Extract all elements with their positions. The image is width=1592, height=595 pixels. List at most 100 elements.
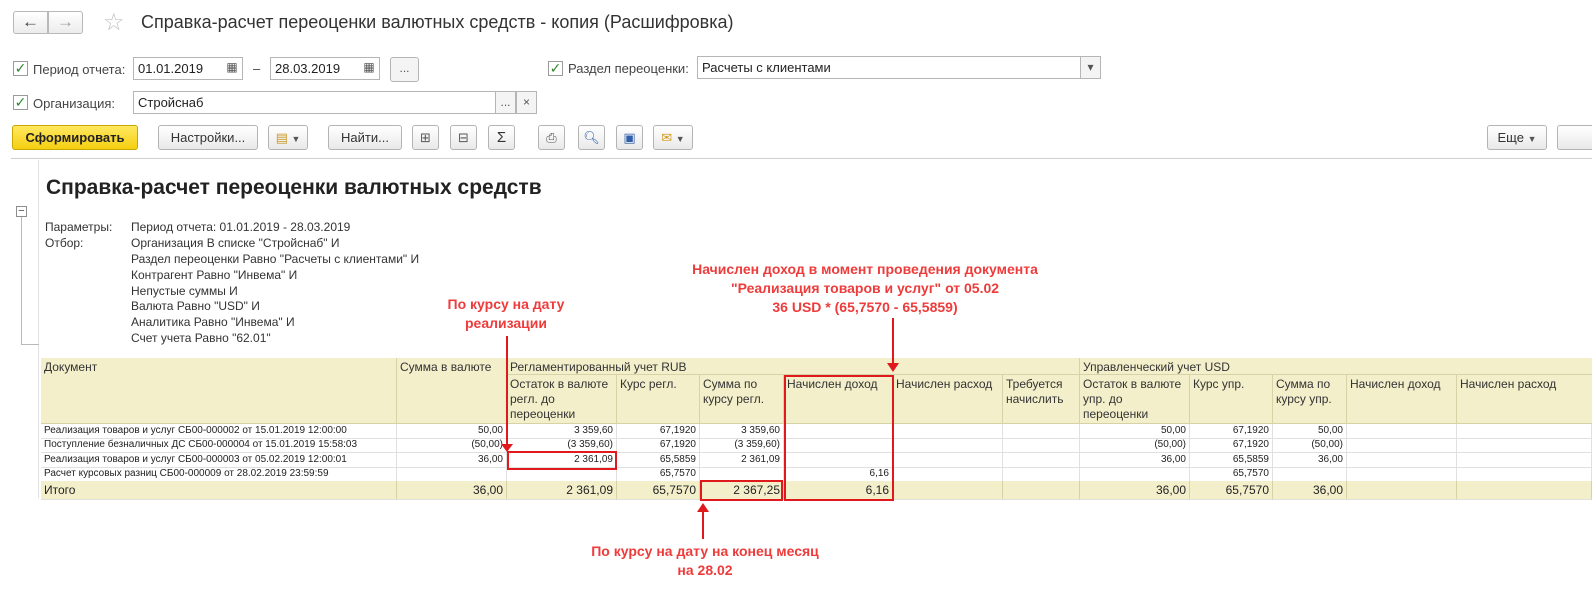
organization-field[interactable]: Стройснаб <box>133 91 537 114</box>
variants-button[interactable]: ▤ ▼ <box>268 125 308 150</box>
header-mgmt-income[interactable]: Начислен доход <box>1347 375 1457 424</box>
filter-line: Валюта Равно "USD" И <box>131 299 260 313</box>
more-button[interactable]: Еще ▼ <box>1487 125 1547 150</box>
save-button[interactable]: ▣ <box>616 125 643 150</box>
header-reg-balance[interactable]: Остаток в валюте регл. до переоценки <box>507 375 617 424</box>
section-select[interactable]: Расчеты с клиентами <box>697 56 1101 79</box>
table-cell-reg-rate[interactable]: 65,5859 <box>617 453 700 468</box>
table-cell-mgmt-balance[interactable]: 36,00 <box>1080 453 1190 468</box>
table-cell-reg-required[interactable] <box>1003 453 1080 468</box>
forward-button[interactable]: → <box>48 11 83 34</box>
table-cell-mgmt-sum[interactable] <box>1273 467 1347 482</box>
table-cell-mgmt-sum[interactable]: 36,00 <box>1273 453 1347 468</box>
table-cell-reg-required[interactable] <box>1003 438 1080 453</box>
organization-select-button[interactable]: ... <box>495 91 516 114</box>
favorite-star-icon[interactable]: ☆ <box>103 8 125 37</box>
header-mgmt-balance[interactable]: Остаток в валюте упр. до переоценки <box>1080 375 1190 424</box>
preview-button[interactable]: 🔍︎ <box>578 125 605 150</box>
expand-groups-button[interactable]: ⊞ <box>412 125 439 150</box>
period-checkbox[interactable]: ✓ <box>13 61 28 76</box>
table-cell-mgmt-income[interactable] <box>1347 438 1457 453</box>
table-cell-reg-rate[interactable]: 65,7570 <box>617 467 700 482</box>
table-cell-reg-expense[interactable] <box>893 424 1003 439</box>
table-cell-amount-currency[interactable] <box>397 467 507 482</box>
generate-button[interactable]: Сформировать <box>12 125 138 150</box>
total-cell-reg-required <box>1003 481 1080 500</box>
section-dropdown-button[interactable]: ▾ <box>1080 56 1101 79</box>
highlight-income-column <box>784 375 894 501</box>
back-button[interactable]: ← <box>13 11 48 34</box>
header-reg-required[interactable]: Требуется начислить <box>1003 375 1080 424</box>
settings-button[interactable]: Настройки... <box>158 125 258 150</box>
collapse-groups-button[interactable]: ⊟ <box>450 125 477 150</box>
table-cell-mgmt-rate[interactable]: 65,7570 <box>1190 467 1273 482</box>
table-cell-mgmt-rate[interactable]: 65,5859 <box>1190 453 1273 468</box>
table-cell-reg-sum[interactable]: (3 359,60) <box>700 438 784 453</box>
print-button[interactable]: ⎙ <box>538 125 565 150</box>
checkmark-icon: ✓ <box>549 60 562 76</box>
table-cell-mgmt-income[interactable] <box>1347 467 1457 482</box>
header-reg-rate[interactable]: Курс регл. <box>617 375 700 424</box>
calendar-to-button[interactable]: ▦ <box>358 57 380 80</box>
table-cell-reg-sum[interactable]: 2 361,09 <box>700 453 784 468</box>
table-cell-mgmt-income[interactable] <box>1347 424 1457 439</box>
filter-line: Контрагент Равно "Инвема" И <box>131 268 298 282</box>
folder-icon: ▤ <box>275 130 288 145</box>
table-cell-document[interactable]: Реализация товаров и услуг СБ00-000003 о… <box>41 453 397 468</box>
table-cell-reg-required[interactable] <box>1003 467 1080 482</box>
table-cell-mgmt-rate[interactable]: 67,1920 <box>1190 438 1273 453</box>
table-cell-document[interactable]: Реализация товаров и услуг СБ00-000002 о… <box>41 424 397 439</box>
period-select-button[interactable]: ... <box>390 57 419 82</box>
table-cell-mgmt-expense[interactable] <box>1457 453 1592 468</box>
section-value: Расчеты с клиентами <box>702 60 831 75</box>
table-cell-mgmt-rate[interactable]: 67,1920 <box>1190 424 1273 439</box>
table-cell-document[interactable]: Расчет курсовых разниц СБ00-000009 от 28… <box>41 467 397 482</box>
table-cell-reg-required[interactable] <box>1003 424 1080 439</box>
calendar-icon: ▦ <box>226 60 238 74</box>
header-mgmt-expense[interactable]: Начислен расход <box>1457 375 1592 424</box>
header-amount-currency[interactable]: Сумма в валюте <box>397 358 507 424</box>
find-button[interactable]: Найти... <box>328 125 402 150</box>
table-cell-amount-currency[interactable]: 36,00 <box>397 453 507 468</box>
table-cell-mgmt-balance[interactable]: 50,00 <box>1080 424 1190 439</box>
table-cell-reg-expense[interactable] <box>893 453 1003 468</box>
collapse-group-icon[interactable]: − <box>16 206 27 217</box>
organization-checkbox[interactable]: ✓ <box>13 95 28 110</box>
more-label: Еще <box>1497 130 1524 145</box>
table-cell-amount-currency[interactable]: 50,00 <box>397 424 507 439</box>
organization-clear-button[interactable]: × <box>516 91 537 114</box>
header-reg-sum[interactable]: Сумма по курсу регл. <box>700 375 784 424</box>
arrow-sale-rate <box>506 336 508 448</box>
send-email-button[interactable]: ✉ ▼ <box>653 125 693 150</box>
table-cell-mgmt-sum[interactable]: (50,00) <box>1273 438 1347 453</box>
header-mgmt-rate[interactable]: Курс упр. <box>1190 375 1273 424</box>
arrow-head-down-icon <box>501 444 513 452</box>
calendar-from-button[interactable]: ▦ <box>221 57 243 80</box>
table-cell-mgmt-expense[interactable] <box>1457 438 1592 453</box>
section-checkbox[interactable]: ✓ <box>548 61 563 76</box>
table-cell-reg-sum[interactable]: 3 359,60 <box>700 424 784 439</box>
table-cell-reg-expense[interactable] <box>893 467 1003 482</box>
header-mgmt-sum[interactable]: Сумма по курсу упр. <box>1273 375 1347 424</box>
table-cell-reg-rate[interactable]: 67,1920 <box>617 438 700 453</box>
table-cell-reg-balance[interactable]: 3 359,60 <box>507 424 617 439</box>
table-cell-mgmt-balance[interactable]: (50,00) <box>1080 438 1190 453</box>
sum-button[interactable]: Σ <box>488 125 515 150</box>
total-cell-mgmt-sum: 36,00 <box>1273 481 1347 500</box>
table-cell-mgmt-income[interactable] <box>1347 453 1457 468</box>
table-cell-reg-expense[interactable] <box>893 438 1003 453</box>
table-cell-mgmt-expense[interactable] <box>1457 424 1592 439</box>
chevron-down-icon: ▼ <box>291 134 301 144</box>
period-more-label: ... <box>399 61 410 75</box>
table-cell-reg-rate[interactable]: 67,1920 <box>617 424 700 439</box>
total-cell-mgmt-expense <box>1457 481 1592 500</box>
table-cell-mgmt-sum[interactable]: 50,00 <box>1273 424 1347 439</box>
help-button[interactable] <box>1557 125 1592 150</box>
total-cell-mgmt-income <box>1347 481 1457 500</box>
table-cell-document[interactable]: Поступление безналичных ДС СБ00-000004 о… <box>41 438 397 453</box>
header-document[interactable]: Документ <box>41 358 397 424</box>
table-cell-mgmt-expense[interactable] <box>1457 467 1592 482</box>
table-cell-mgmt-balance[interactable] <box>1080 467 1190 482</box>
header-reg-expense[interactable]: Начислен расход <box>893 375 1003 424</box>
table-cell-amount-currency[interactable]: (50,00) <box>397 438 507 453</box>
